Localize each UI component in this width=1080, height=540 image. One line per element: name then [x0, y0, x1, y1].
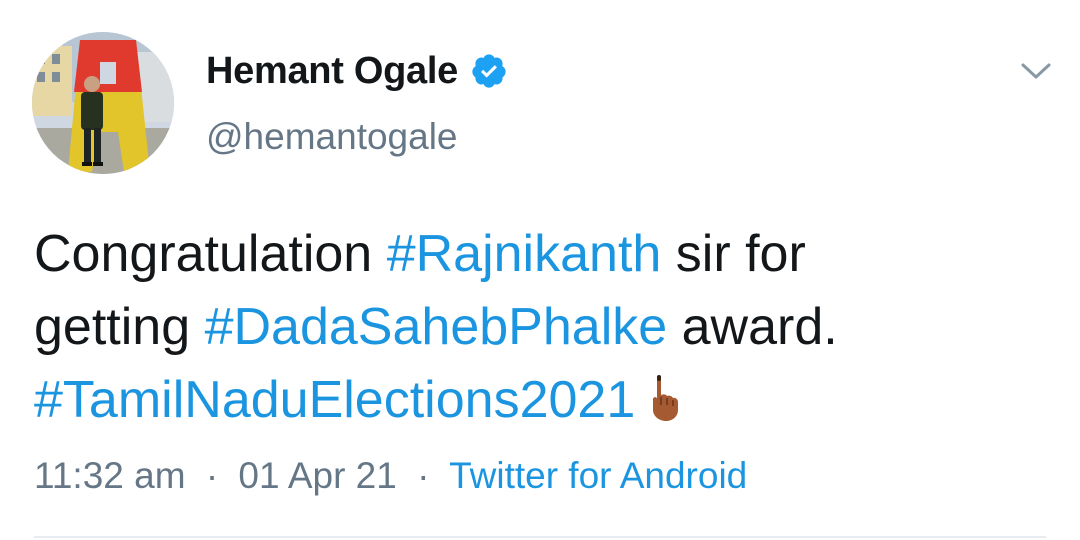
avatar[interactable] — [32, 32, 174, 174]
tweet-text-segment: award. — [667, 298, 838, 356]
user-handle[interactable]: @hemantogale — [206, 116, 458, 158]
tweet-text-segment: Congratulation — [34, 225, 387, 283]
tweet-card: Hemant Ogale @hemantogale Congratulation… — [0, 0, 1080, 540]
tweet-source-link[interactable]: Twitter for Android — [449, 455, 747, 496]
tweet-meta: 11:32 am · 01 Apr 21 · Twitter for Andro… — [34, 455, 747, 497]
chevron-down-icon[interactable] — [1018, 56, 1054, 86]
tweet-line: getting #DadaSahebPhalke award. — [34, 291, 1054, 364]
tweet-text: Congratulation #Rajnikanth sir for getti… — [34, 218, 1054, 437]
tweet-time[interactable]: 11:32 am — [34, 455, 186, 496]
divider — [34, 536, 1046, 538]
profile-photo-icon — [32, 32, 174, 174]
verified-badge-icon — [472, 54, 506, 88]
tweet-line: Congratulation #Rajnikanth sir for — [34, 218, 1054, 291]
display-name[interactable]: Hemant Ogale — [206, 50, 458, 93]
tweet-text-segment: getting — [34, 298, 205, 356]
tweet-line: #TamilNaduElections2021 — [34, 364, 1054, 437]
meta-separator: · — [205, 455, 219, 496]
meta-separator: · — [417, 455, 430, 496]
inked-finger-emoji-icon — [653, 375, 679, 421]
tweet-date[interactable]: 01 Apr 21 — [238, 455, 396, 496]
name-row: Hemant Ogale — [206, 46, 508, 96]
tweet-text-segment: sir for — [661, 225, 806, 283]
hashtag-link[interactable]: #DadaSahebPhalke — [205, 298, 668, 356]
hashtag-link[interactable]: #TamilNaduElections2021 — [34, 371, 635, 429]
hashtag-link[interactable]: #Rajnikanth — [387, 225, 662, 283]
